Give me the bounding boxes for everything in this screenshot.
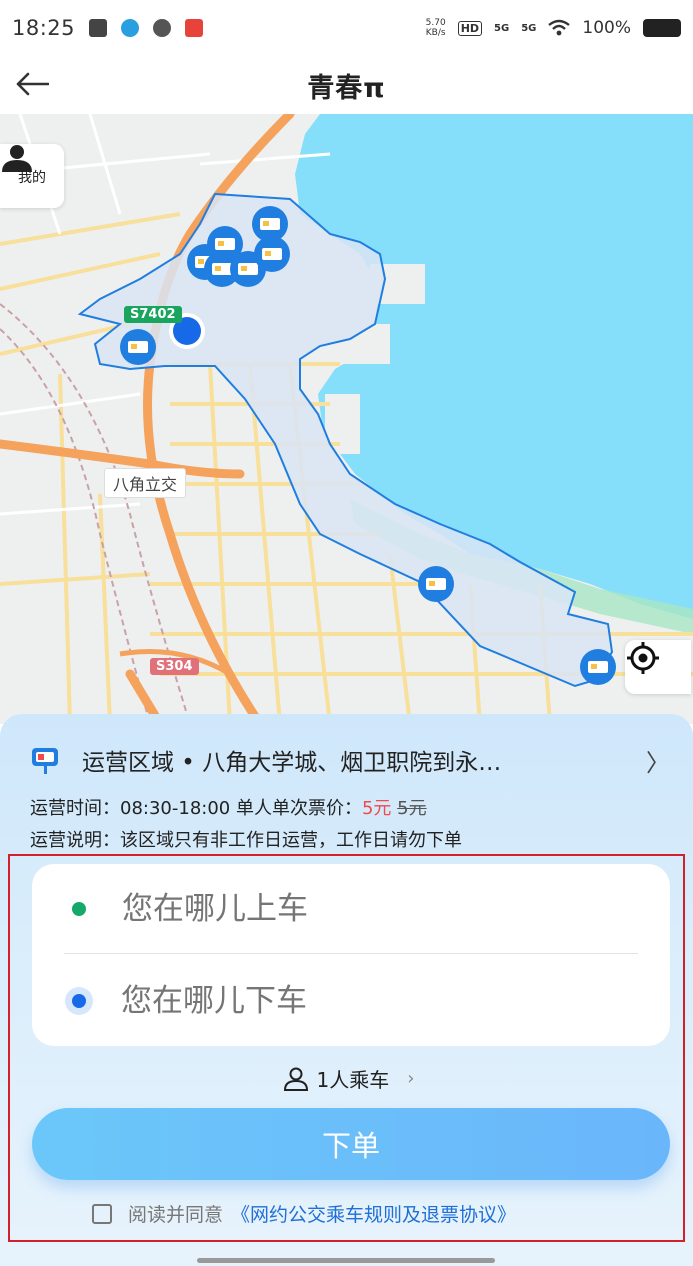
locate-button[interactable]	[625, 640, 691, 694]
agreement-row: 阅读并同意 《网约公交乘车规则及退票协议》	[92, 1200, 516, 1227]
status-time: 18:25	[12, 16, 76, 40]
operating-time-line: 运营时间：08:30-18:00 单人单次票价：5元 5元	[30, 798, 427, 819]
map-view[interactable]: S7402 S304 八角立交 我的	[0, 114, 693, 724]
agree-text: 阅读并同意	[128, 1204, 224, 1226]
road-label-s304: S304	[150, 658, 199, 675]
message-icon	[89, 19, 108, 37]
my-profile-button[interactable]: 我的	[0, 144, 64, 208]
home-indicator[interactable]	[197, 1258, 495, 1263]
chevron-right-icon: 〉	[646, 748, 670, 777]
locate-icon	[627, 642, 659, 674]
pickup-row[interactable]	[32, 864, 670, 954]
page-title: 青春π	[307, 72, 386, 104]
battery-icon	[643, 19, 681, 37]
dropoff-row[interactable]	[32, 956, 670, 1046]
road-label-s7402: S7402	[124, 306, 182, 323]
agree-checkbox[interactable]	[92, 1203, 112, 1224]
address-card	[32, 864, 670, 1046]
net-speed: 5.70 KB/s	[425, 18, 446, 38]
telegram-icon	[121, 19, 140, 37]
order-form: 1人乘车 › 下单 阅读并同意 《网约公交乘车规则及退票协议》	[8, 854, 685, 1242]
agreement-link[interactable]: 《网约公交乘车规则及退票协议》	[231, 1200, 516, 1227]
address-divider	[64, 953, 638, 954]
header: 青春π	[0, 56, 693, 114]
wifi-icon	[548, 19, 571, 36]
bus-stop-icon	[32, 748, 58, 774]
dropoff-dot-icon	[65, 987, 93, 1015]
chevron-right-small-icon: ›	[407, 1068, 415, 1089]
operating-area-label: 运营区域 • 八角大学城、烟卫职院到永…	[82, 750, 502, 776]
signal-icon-1: 5G	[494, 22, 510, 34]
operating-area-row[interactable]: 运营区域 • 八角大学城、烟卫职院到永… 〉	[30, 742, 670, 778]
price-current: 5元	[361, 798, 392, 819]
passenger-selector[interactable]: 1人乘车 ›	[10, 1064, 687, 1093]
signal-icon-2: 5G	[521, 22, 537, 34]
dropoff-input[interactable]	[121, 983, 581, 1019]
user-icon	[2, 145, 32, 172]
submit-order-button[interactable]: 下单	[32, 1108, 670, 1180]
place-label: 八角立交	[104, 468, 187, 498]
order-panel: 运营区域 • 八角大学城、烟卫职院到永… 〉 运营时间：08:30-18:00 …	[0, 714, 693, 1266]
hd-icon: HD	[457, 20, 483, 36]
status-bar: 18:25 5.70 KB/s HD 5G 5G 100%	[0, 0, 693, 56]
price-original: 5元	[397, 798, 427, 819]
app-icon	[185, 19, 204, 37]
map-canvas	[0, 114, 693, 724]
person-icon	[283, 1067, 308, 1091]
pickup-input[interactable]	[122, 891, 582, 927]
operating-desc-line: 运营说明：该区域只有非工作日运营，工作日请勿下单	[30, 830, 462, 851]
arrow-left-icon	[16, 72, 49, 96]
wechat-icon	[153, 19, 172, 37]
back-button[interactable]	[10, 62, 54, 106]
battery-percent: 100%	[582, 18, 631, 38]
passenger-count: 1人乘车	[316, 1068, 390, 1092]
pickup-dot-icon	[72, 902, 86, 916]
